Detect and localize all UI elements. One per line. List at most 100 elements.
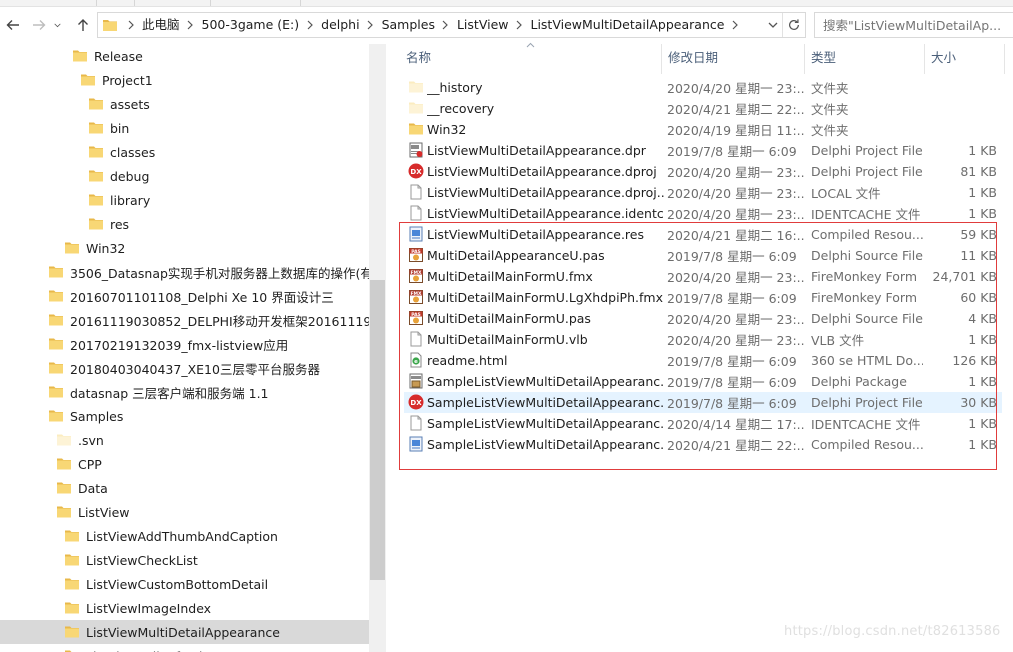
- file-row[interactable]: ListViewMultiDetailAppearance.dpr 2019/7/…: [404, 140, 1002, 161]
- column-header-name[interactable]: 名称: [400, 44, 662, 74]
- file-row[interactable]: PAS MultiDetailAppearanceU.pas 2019/7/8 星期…: [404, 245, 1002, 266]
- nav-item[interactable]: 20160701101108_Delphi Xe 10 界面设计三: [0, 284, 369, 308]
- nav-item[interactable]: 20180403040437_XE10三层零平台服务器: [0, 356, 369, 380]
- folder-icon: [57, 482, 71, 494]
- nav-item-label: ListViewAddThumbAndCaption: [86, 528, 278, 544]
- file-name: MultiDetailAppearanceU.pas: [427, 248, 605, 263]
- delphi-dpr-icon: [409, 142, 423, 158]
- forward-button[interactable]: [28, 14, 50, 36]
- nav-item[interactable]: ListViewMultiDetailAppearance: [0, 620, 369, 644]
- file-row[interactable]: DX SampleListViewMultiDetailAppearanc... 2…: [404, 392, 1002, 413]
- file-name: readme.html: [427, 353, 508, 368]
- nav-item-label: debug: [110, 168, 150, 184]
- nav-item[interactable]: ListViewCustomBottomDetail: [0, 572, 369, 596]
- file-row[interactable]: Win32 2020/4/19 星期日 11:... 文件夹: [404, 119, 1002, 140]
- nav-item[interactable]: ListViewAddThumbAndCaption: [0, 524, 369, 548]
- breadcrumb-separator-icon[interactable]: [303, 20, 317, 30]
- nav-item[interactable]: .svn: [0, 428, 369, 452]
- search-box[interactable]: [814, 12, 1013, 38]
- column-header-type[interactable]: 类型: [805, 44, 925, 74]
- file-row[interactable]: DX ListViewMultiDetailAppearance.dproj 202…: [404, 161, 1002, 182]
- file-row[interactable]: e readme.html 2019/7/8 星期一 6:09 360 se HTML…: [404, 350, 1002, 371]
- file-row[interactable]: SampleListViewMultiDetailAppearanc... 202…: [404, 434, 1002, 455]
- file-date: 2020/4/20 星期一 23:...: [667, 186, 805, 201]
- nav-item[interactable]: res: [0, 212, 369, 236]
- up-button[interactable]: [72, 14, 94, 36]
- nav-item[interactable]: CPP: [0, 452, 369, 476]
- folder-icon: [49, 266, 63, 278]
- nav-item[interactable]: datasnap 三层客户端和服务端 1.1: [0, 380, 369, 404]
- recent-locations-button[interactable]: [50, 14, 64, 36]
- file-name: SampleListViewMultiDetailAppearanc...: [427, 416, 665, 431]
- file-date: 2020/4/20 星期一 23:...: [667, 165, 805, 180]
- back-button[interactable]: [2, 14, 24, 36]
- breadcrumb-samples[interactable]: Samples: [378, 13, 439, 37]
- nav-item[interactable]: library: [0, 188, 369, 212]
- column-header-size[interactable]: 大小: [925, 44, 1005, 74]
- folder-icon: [409, 123, 423, 135]
- refresh-icon: [789, 19, 799, 30]
- column-header-date[interactable]: 修改日期: [662, 44, 805, 74]
- file-row[interactable]: SampleListViewMultiDetailAppearanc... 202…: [404, 413, 1002, 434]
- file-type: Delphi Source File: [811, 248, 923, 263]
- file-row[interactable]: MultiDetailMainFormU.vlb 2020/4/20 星期一 23…: [404, 329, 1002, 350]
- nav-item[interactable]: ListView: [0, 500, 369, 524]
- chevron-down-icon: [768, 22, 778, 28]
- breadcrumb-separator-icon[interactable]: [512, 20, 526, 30]
- breadcrumb-this-pc[interactable]: 此电脑: [138, 13, 184, 37]
- nav-item[interactable]: Samples: [0, 404, 369, 428]
- nav-item[interactable]: Data: [0, 476, 369, 500]
- nav-item[interactable]: classes: [0, 140, 369, 164]
- breadcrumb-separator-icon[interactable]: [728, 20, 742, 30]
- breadcrumb-separator-icon[interactable]: [184, 20, 198, 30]
- file-name: Win32: [427, 122, 467, 137]
- folder-icon: [57, 458, 71, 470]
- nav-item-label: Samples: [70, 408, 124, 424]
- file-type: Delphi Package: [811, 374, 907, 389]
- breadcrumb-delphi[interactable]: delphi: [317, 13, 363, 37]
- nav-item-label: 20161119030852_DELPHI移动开发框架2016111902282: [70, 313, 369, 329]
- folder-icon: [89, 122, 103, 134]
- address-bar[interactable]: 此电脑 500-3game (E:) delphi Samples ListVi…: [97, 12, 806, 38]
- file-type: Delphi Project File: [811, 143, 923, 158]
- search-input[interactable]: [821, 15, 1011, 35]
- nav-item[interactable]: debug: [0, 164, 369, 188]
- address-history-dropdown[interactable]: [763, 13, 783, 37]
- nav-item[interactable]: 20170219132039_fmx-listview应用: [0, 332, 369, 356]
- file-name: __recovery: [427, 101, 495, 116]
- delphi-package-icon: [409, 373, 423, 389]
- breadcrumb-separator-icon[interactable]: [364, 20, 378, 30]
- breadcrumb-listview[interactable]: ListView: [453, 13, 513, 37]
- file-type: IDENTCACHE 文件: [811, 207, 921, 222]
- file-row[interactable]: PAS MultiDetailMainFormU.pas 2020/4/20 星期一…: [404, 308, 1002, 329]
- scrollbar-thumb[interactable]: [370, 280, 385, 580]
- breadcrumb-separator-icon[interactable]: [439, 20, 453, 30]
- folder-icon: [65, 242, 79, 254]
- file-row[interactable]: __recovery 2020/4/21 星期二 22:... 文件夹: [404, 98, 1002, 119]
- nav-item[interactable]: ListViewPullRefresh: [0, 644, 369, 652]
- file-row[interactable]: ListViewMultiDetailAppearance.identc... 2…: [404, 203, 1002, 224]
- nav-item[interactable]: ListViewImageIndex: [0, 596, 369, 620]
- nav-item[interactable]: 20161119030852_DELPHI移动开发框架2016111902282: [0, 308, 369, 332]
- nav-item[interactable]: bin: [0, 116, 369, 140]
- file-date: 2020/4/20 星期一 23:...: [667, 333, 805, 348]
- file-row[interactable]: FMX MultiDetailMainFormU.fmx 2020/4/20 星期一…: [404, 266, 1002, 287]
- nav-item[interactable]: Project1: [0, 68, 369, 92]
- file-row[interactable]: ListViewMultiDetailAppearance.dproj.... 2…: [404, 182, 1002, 203]
- file-row[interactable]: ListViewMultiDetailAppearance.res 2020/4/…: [404, 224, 1002, 245]
- file-row[interactable]: FMX MultiDetailMainFormU.LgXhdpiPh.fmx 201…: [404, 287, 1002, 308]
- nav-item[interactable]: assets: [0, 92, 369, 116]
- breadcrumb-current-folder[interactable]: ListViewMultiDetailAppearance: [526, 13, 728, 37]
- nav-item[interactable]: Release: [0, 44, 369, 68]
- nav-item[interactable]: 3506_Datasnap实现手机对服务器上数据库的操作(有SQ: [0, 260, 369, 284]
- nav-item-label: bin: [110, 120, 130, 136]
- navigation-scrollbar[interactable]: [369, 44, 386, 652]
- file-name: SampleListViewMultiDetailAppearanc...: [427, 437, 665, 452]
- refresh-button[interactable]: [782, 13, 805, 37]
- nav-item[interactable]: Win32: [0, 236, 369, 260]
- breadcrumb-drive[interactable]: 500-3game (E:): [198, 13, 304, 37]
- nav-item[interactable]: ListViewCheckList: [0, 548, 369, 572]
- breadcrumb-separator-icon[interactable]: [124, 20, 138, 30]
- file-row[interactable]: SampleListViewMultiDetailAppearanc... 201…: [404, 371, 1002, 392]
- file-row[interactable]: __history 2020/4/20 星期一 23:... 文件夹: [404, 77, 1002, 98]
